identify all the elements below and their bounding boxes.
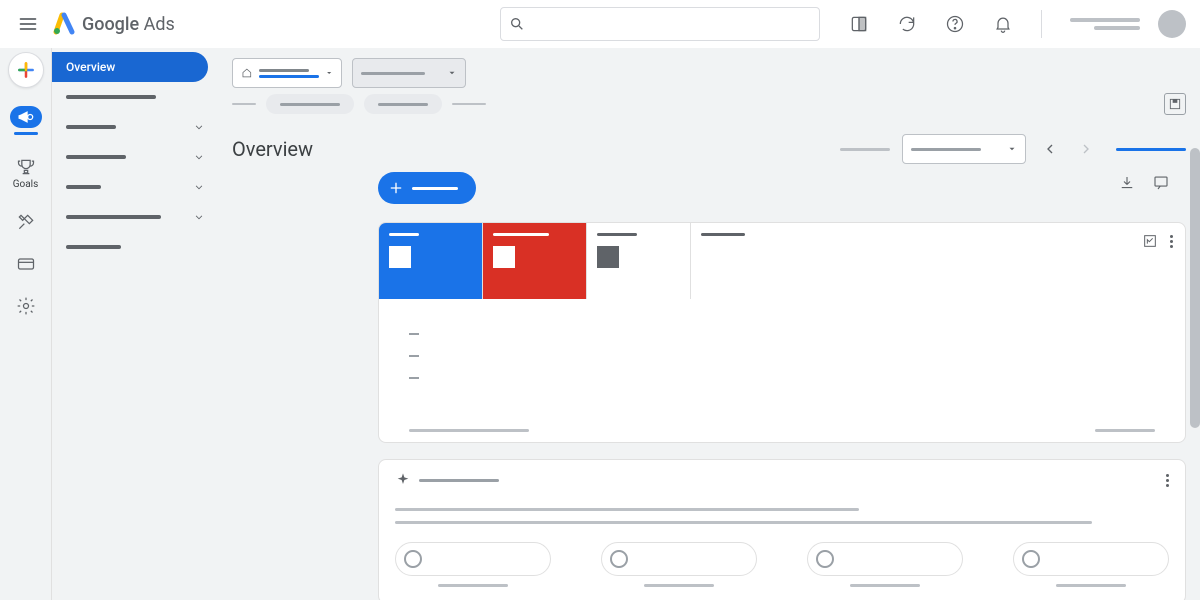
- prev-period-button[interactable]: [1038, 137, 1062, 161]
- crumbs-row: [218, 94, 1200, 120]
- chevron-down-icon: [325, 68, 333, 78]
- page-title: Overview: [232, 137, 313, 161]
- rail-campaigns[interactable]: [0, 102, 52, 139]
- rail-billing[interactable]: [0, 250, 52, 278]
- scope-row: [218, 48, 1200, 94]
- chart-axis: [379, 429, 1185, 442]
- crumb: [232, 103, 256, 105]
- plus-icon: [388, 180, 404, 196]
- crumb: [452, 103, 486, 105]
- megaphone-icon: [16, 107, 36, 127]
- options-row: [395, 542, 1169, 587]
- appearance-icon[interactable]: [849, 14, 869, 34]
- metric-tab[interactable]: [483, 223, 587, 299]
- tools-icon: [16, 212, 36, 232]
- feedback-icon[interactable]: [1152, 174, 1170, 192]
- chevron-down-icon: [192, 180, 206, 194]
- card-title: [419, 479, 499, 482]
- option[interactable]: [1013, 542, 1169, 587]
- metric-tab[interactable]: [587, 223, 691, 299]
- menu-icon[interactable]: [8, 4, 48, 44]
- nav-item[interactable]: [52, 202, 218, 232]
- text-line: [395, 508, 859, 511]
- chevron-down-icon: [192, 210, 206, 224]
- left-rail: Goals: [0, 48, 52, 600]
- chevron-down-icon: [192, 120, 206, 134]
- notifications-icon[interactable]: [993, 14, 1013, 34]
- rail-goals[interactable]: Goals: [0, 153, 52, 194]
- rail-tools[interactable]: [0, 208, 52, 236]
- option[interactable]: [807, 542, 963, 587]
- more-icon[interactable]: [1170, 235, 1173, 248]
- help-icon[interactable]: [945, 14, 965, 34]
- chart-area: [379, 299, 1185, 429]
- sub-label: [840, 148, 890, 151]
- gear-icon: [16, 296, 36, 316]
- nav-item[interactable]: [52, 112, 218, 142]
- app-header: Google Ads: [0, 0, 1200, 48]
- account-switcher[interactable]: [1070, 18, 1140, 30]
- download-icon[interactable]: [1118, 174, 1136, 192]
- metric-tabs: [379, 223, 1185, 299]
- scrollbar-thumb[interactable]: [1190, 148, 1200, 428]
- text-line: [395, 521, 1092, 524]
- main-content: Overview: [218, 48, 1200, 600]
- chevron-down-icon: [192, 150, 206, 164]
- card-icon: [16, 254, 36, 274]
- recommendations-card: [378, 459, 1186, 600]
- scrollbar[interactable]: [1190, 48, 1200, 600]
- metrics-card: [378, 222, 1186, 443]
- product-name: Google Ads: [82, 14, 175, 35]
- card-tools: [1118, 174, 1170, 192]
- compare-toggle[interactable]: [1116, 148, 1186, 151]
- filter-chip[interactable]: [364, 94, 442, 114]
- rail-admin[interactable]: [0, 292, 52, 320]
- title-row: Overview: [218, 120, 1200, 166]
- separator: [1041, 10, 1042, 38]
- save-view-button[interactable]: [1164, 93, 1186, 115]
- nav-item[interactable]: [52, 82, 218, 112]
- create-button[interactable]: [8, 52, 44, 88]
- nav-item[interactable]: [52, 232, 218, 262]
- sparkle-icon: [395, 472, 411, 488]
- date-range-selector[interactable]: [902, 134, 1026, 164]
- nav-item[interactable]: [52, 172, 218, 202]
- filter-chip[interactable]: [266, 94, 354, 114]
- search-input[interactable]: [500, 7, 820, 41]
- search-icon: [509, 16, 525, 32]
- product-logo[interactable]: Google Ads: [52, 12, 175, 36]
- option[interactable]: [395, 542, 551, 587]
- chevron-down-icon: [1007, 144, 1017, 154]
- header-actions: [849, 10, 1140, 38]
- nav-item[interactable]: [52, 142, 218, 172]
- new-campaign-button[interactable]: [378, 172, 476, 204]
- content-area: [218, 166, 1200, 600]
- account-selector[interactable]: [232, 58, 342, 88]
- google-ads-logo-icon: [52, 12, 76, 36]
- expand-icon[interactable]: [1142, 233, 1158, 249]
- campaign-selector[interactable]: [352, 58, 466, 88]
- chevron-down-icon: [447, 68, 457, 78]
- next-period-button[interactable]: [1074, 137, 1098, 161]
- more-icon[interactable]: [1166, 474, 1169, 487]
- refresh-icon[interactable]: [897, 14, 917, 34]
- metric-tab[interactable]: [691, 223, 795, 299]
- metric-tab[interactable]: [379, 223, 483, 299]
- rail-goals-label: Goals: [13, 179, 39, 190]
- trophy-icon: [16, 157, 36, 177]
- option[interactable]: [601, 542, 757, 587]
- nav-overview[interactable]: Overview: [52, 52, 208, 82]
- avatar[interactable]: [1158, 10, 1186, 38]
- home-icon: [241, 66, 253, 80]
- side-nav: Overview: [52, 48, 218, 600]
